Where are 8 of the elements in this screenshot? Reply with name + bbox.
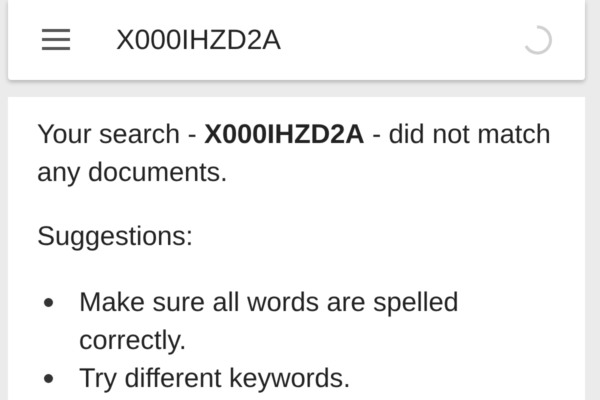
bullet-icon bbox=[44, 298, 53, 307]
menu-icon[interactable] bbox=[42, 29, 70, 51]
search-query[interactable]: X000IHZD2A bbox=[116, 19, 281, 61]
suggestions-heading: Suggestions: bbox=[37, 220, 194, 253]
suggestion-text: Try different keywords. bbox=[79, 362, 351, 395]
no-results-message: Your search - X000IHZD2A - did not match any documents. bbox=[37, 118, 552, 189]
bullet-icon bbox=[44, 374, 53, 383]
suggestion-text: Make sure all words are spelled correctly. bbox=[79, 286, 460, 357]
